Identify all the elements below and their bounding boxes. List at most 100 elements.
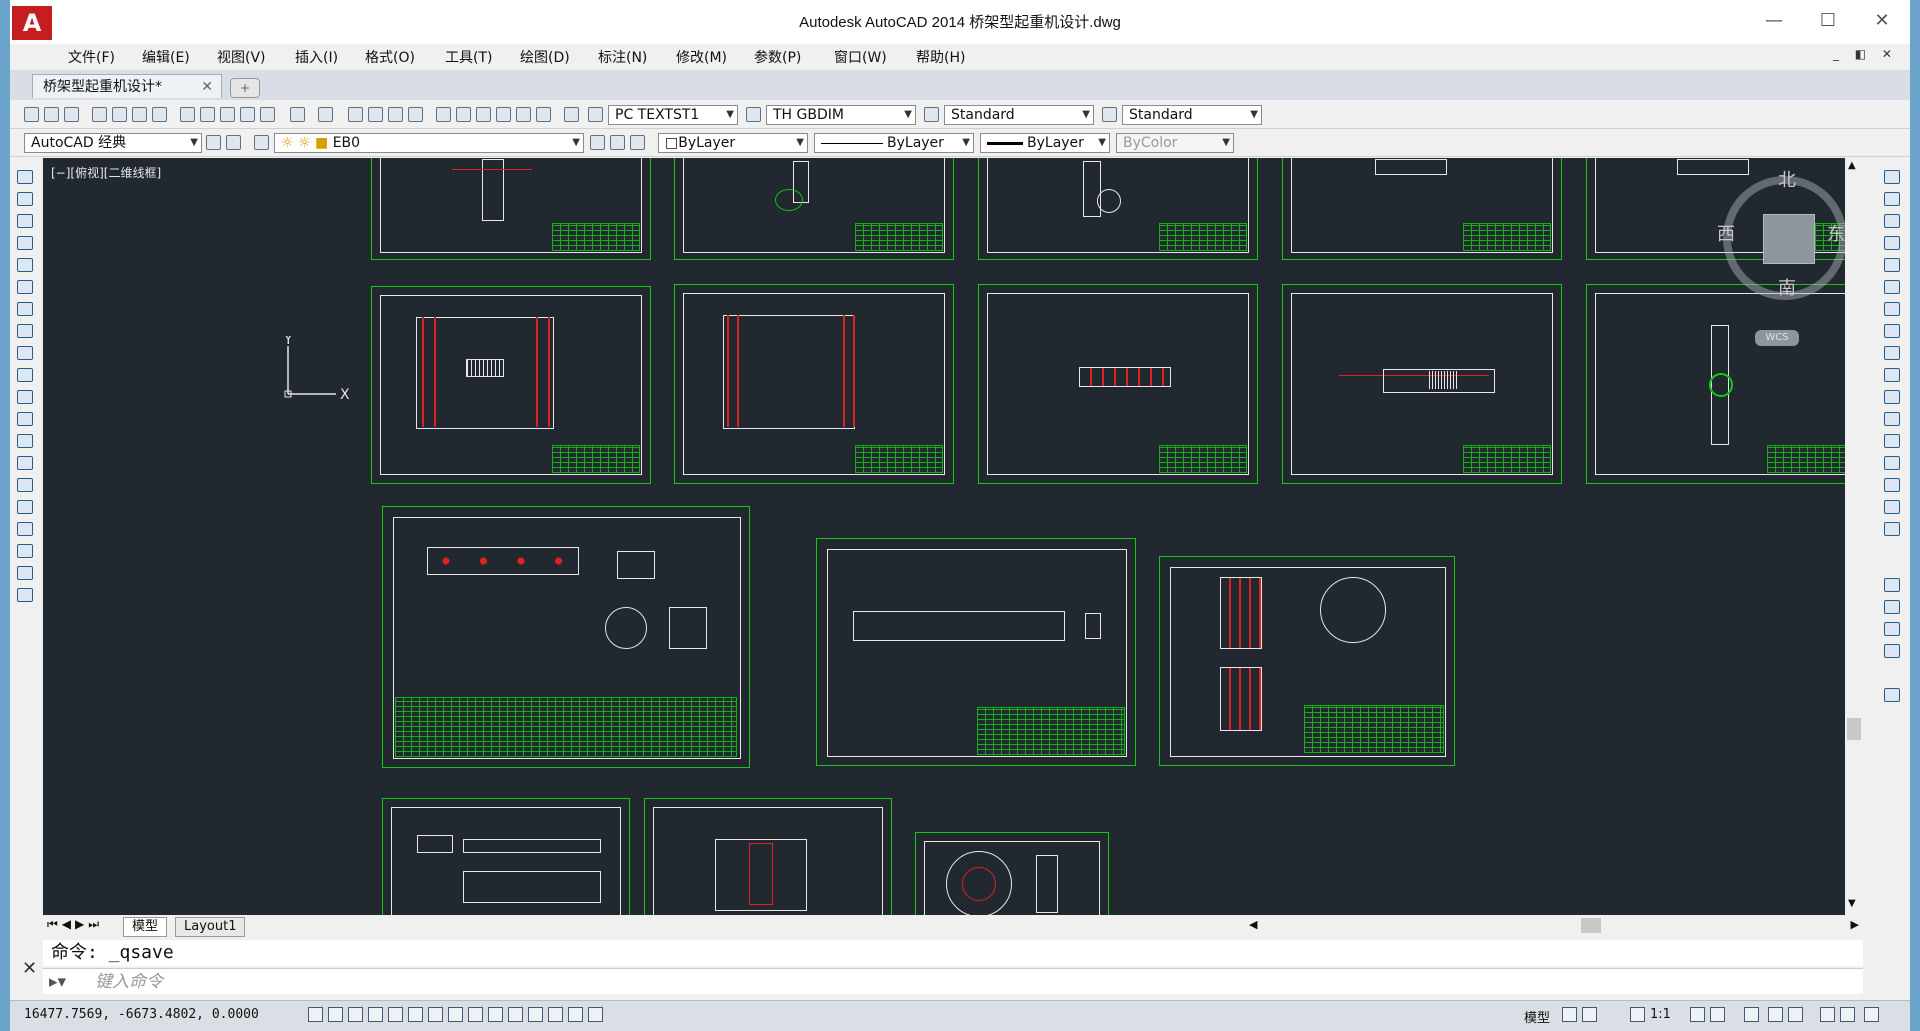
drawing-sheet[interactable] [371,286,651,484]
file-tab-active[interactable]: 桥架型起重机设计* ✕ [32,74,222,98]
break-icon[interactable] [1884,412,1900,426]
polyline-icon[interactable] [17,214,33,228]
command-prompt-icon[interactable]: ▸▾ [49,969,66,995]
polar-icon[interactable] [388,1007,403,1022]
design-center-icon[interactable] [456,107,471,122]
hatch-icon[interactable] [17,478,33,492]
mtext-icon[interactable] [17,566,33,580]
zoom-realtime-icon[interactable] [368,107,383,122]
hardware-acceleration-icon[interactable] [1788,1007,1803,1022]
vertical-scrollbar[interactable]: ▲ ▼ [1845,158,1863,915]
scroll-down-icon[interactable]: ▼ [1848,898,1856,909]
paste-icon[interactable] [220,107,235,122]
workspace-settings-icon[interactable] [206,135,221,150]
drawing-sheet[interactable] [674,158,954,260]
scale-icon[interactable] [1884,324,1900,338]
minimize-button[interactable]: — [1752,6,1796,36]
publish-icon[interactable] [132,107,147,122]
preview-icon[interactable] [112,107,127,122]
drawing-sheet[interactable] [674,284,954,484]
coordinate-readout[interactable]: 16477.7569, -6673.4802, 0.0000 [24,1007,259,1022]
menu-parametric[interactable]: 参数(P) [754,47,801,67]
polygon-icon[interactable] [17,236,33,250]
make-block-icon[interactable] [17,434,33,448]
region-icon[interactable] [17,522,33,536]
scroll-thumb[interactable] [1847,718,1861,740]
viewcube-south[interactable]: 南 [1778,274,1796,300]
color-select[interactable]: □ByLayer ▼ [658,133,808,153]
workspace-switching-icon[interactable] [1744,1007,1759,1022]
quick-view-drawings-icon[interactable] [1582,1007,1597,1022]
copy-icon[interactable] [200,107,215,122]
layer-properties-icon[interactable] [254,135,269,150]
layout-nav-arrows[interactable]: ⏮◀▶⏭ [47,917,103,932]
3d-publish-icon[interactable] [152,107,167,122]
layer-previous-icon[interactable] [610,135,625,150]
line-icon[interactable] [17,170,33,184]
annotation-monitor-icon[interactable] [588,1007,603,1022]
table-style-select[interactable]: Standard ▼ [944,105,1094,125]
parametric-icon[interactable] [1884,688,1900,702]
viewcube-north[interactable]: 北 [1778,166,1796,192]
infer-constraints-icon[interactable] [308,1007,323,1022]
close-button[interactable]: ✕ [1860,6,1904,36]
block-editor-icon[interactable] [260,107,275,122]
make-current-layer-icon[interactable] [590,135,605,150]
bring-above-icon[interactable] [1884,622,1900,636]
chamfer-icon[interactable] [1884,456,1900,470]
tool-palettes-icon[interactable] [476,107,491,122]
isolate-objects-icon[interactable] [1820,1007,1835,1022]
drawing-sheet[interactable] [382,798,630,915]
customize-icon[interactable] [226,135,241,150]
offset-icon[interactable] [1884,236,1900,250]
ellipse-arc-icon[interactable] [17,390,33,404]
plotstyle-select[interactable]: ByColor ▼ [1116,133,1234,153]
model-space-label[interactable]: 模型 [1524,1007,1550,1026]
viewport-label[interactable]: [−][俯视][二维线框] [51,164,161,181]
command-input[interactable]: ▸▾ 键入命令 [43,968,1863,994]
markup-icon[interactable] [516,107,531,122]
annotation-visibility-icon[interactable] [1690,1007,1705,1022]
ortho-icon[interactable] [368,1007,383,1022]
menu-tools[interactable]: 工具(T) [445,47,492,67]
help-icon[interactable] [564,107,579,122]
snap-mode-icon[interactable] [328,1007,343,1022]
wcs-menu[interactable]: WCS [1755,330,1799,346]
dyn-icon[interactable] [488,1007,503,1022]
ellipse-icon[interactable] [17,368,33,382]
sheet-set-icon[interactable] [496,107,511,122]
hscroll-thumb[interactable] [1581,918,1601,933]
menu-file[interactable]: 文件(F) [68,47,115,67]
print-icon[interactable] [92,107,107,122]
ducs-icon[interactable] [468,1007,483,1022]
extend-icon[interactable] [1884,390,1900,404]
drawing-sheet[interactable] [978,158,1258,260]
3d-osnap-icon[interactable] [428,1007,443,1022]
fillet-icon[interactable] [1884,478,1900,492]
menu-draw[interactable]: 绘图(D) [520,47,570,67]
drawing-sheet[interactable] [915,832,1109,915]
scroll-right-icon[interactable]: ▶ [1851,918,1859,931]
workspace-select[interactable]: AutoCAD 经典 ▼ [24,133,202,153]
construction-line-icon[interactable] [17,192,33,206]
drawing-sheet[interactable] [1282,158,1562,260]
menu-window[interactable]: 窗口(W) [834,47,887,67]
mirror-icon[interactable] [1884,214,1900,228]
drawing-sheet[interactable] [1586,284,1863,484]
quick-properties-icon[interactable] [548,1007,563,1022]
mleader-style-icon[interactable] [1102,107,1117,122]
copy-object-icon[interactable] [1884,192,1900,206]
zoom-window-icon[interactable] [388,107,403,122]
annotation-scale-value[interactable]: 1:1 [1650,1007,1671,1022]
viewcube-east[interactable]: 东 [1827,220,1845,246]
selection-cycling-icon[interactable] [568,1007,583,1022]
insert-block-icon[interactable] [17,412,33,426]
layer-states-icon[interactable] [630,135,645,150]
drawing-sheet[interactable] [978,284,1258,484]
transparency-icon[interactable] [528,1007,543,1022]
redo-icon[interactable] [318,107,333,122]
trim-icon[interactable] [1884,368,1900,382]
menu-format[interactable]: 格式(O) [365,47,415,67]
circle-icon[interactable] [17,302,33,316]
lock-ui-icon[interactable] [1768,1007,1783,1022]
